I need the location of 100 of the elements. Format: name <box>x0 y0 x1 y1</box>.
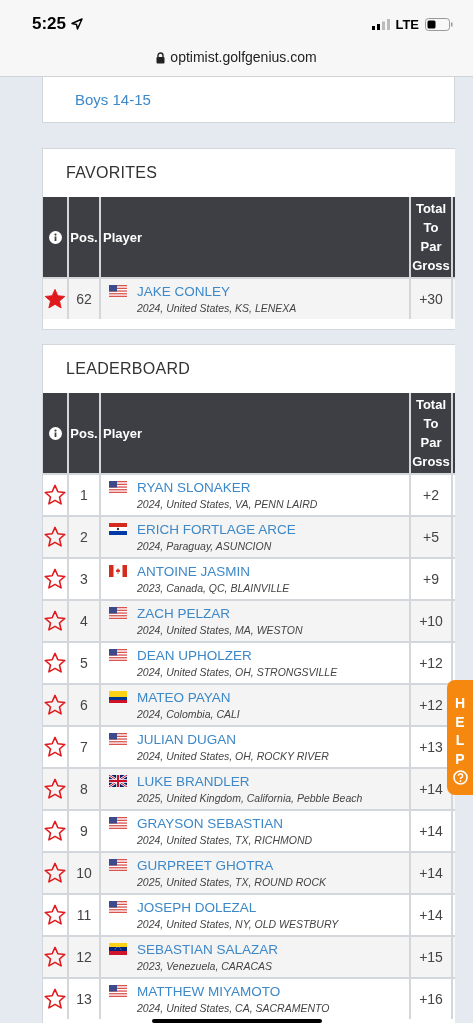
us-flag-icon <box>109 859 127 871</box>
position-number: 3 <box>80 571 88 587</box>
us-flag-icon <box>109 481 127 493</box>
column-header: Total To Par Gross <box>412 396 450 471</box>
score-to-par: +14 <box>419 865 443 881</box>
player-details: 2024, Paraguay, ASUNCION <box>137 539 273 554</box>
column-header: Pos. <box>70 228 98 247</box>
position-number: 5 <box>80 655 88 671</box>
score-to-par: +14 <box>419 823 443 839</box>
star-outline-icon[interactable] <box>44 820 66 842</box>
star-outline-icon[interactable] <box>44 988 66 1010</box>
player-name-link[interactable]: RYAN SLONAKER <box>137 479 318 496</box>
us-flag-icon <box>109 607 127 619</box>
position-number: 62 <box>76 291 92 307</box>
score-to-par: +14 <box>419 781 443 797</box>
player-name-link[interactable]: SEBASTIAN SALAZAR <box>137 941 279 958</box>
player-details: 2023, Canada, QC, BLAINVILLE <box>137 581 290 596</box>
score-to-par: +15 <box>419 949 443 965</box>
position-number: 11 <box>76 907 92 923</box>
player-details: 2024, United States, OH, ROCKY RIVER <box>137 749 329 764</box>
position-number: 12 <box>76 949 92 965</box>
section-title: LEADERBOARD <box>65 359 192 379</box>
star-outline-icon[interactable] <box>44 946 66 968</box>
filled-star-icon[interactable] <box>44 288 66 310</box>
division-link[interactable]: Boys 14-15 <box>75 91 151 108</box>
position-number: 9 <box>80 823 88 839</box>
star-outline-icon[interactable] <box>44 778 66 800</box>
star-outline-icon[interactable] <box>44 736 66 758</box>
question-icon <box>452 770 468 785</box>
player-name-link[interactable]: JOSEPH DOLEZAL <box>137 899 339 916</box>
network-label: LTE <box>395 16 419 32</box>
star-outline-icon[interactable] <box>44 904 66 926</box>
score-to-par: +30 <box>419 291 443 307</box>
us-flag-icon <box>109 733 127 745</box>
position-number: 13 <box>76 991 92 1007</box>
position-number: 10 <box>76 865 92 881</box>
position-number: 4 <box>80 613 88 629</box>
player-name-link[interactable]: MATTHEW MIYAMOTO <box>137 983 330 1000</box>
column-header: Player <box>103 425 143 441</box>
position-number: 6 <box>80 697 88 713</box>
signal-icon <box>372 18 391 30</box>
star-outline-icon[interactable] <box>44 652 66 674</box>
uk-flag-icon <box>109 775 127 787</box>
score-to-par: +10 <box>419 613 443 629</box>
paraguay-flag-icon <box>109 523 127 535</box>
star-outline-icon[interactable] <box>44 694 66 716</box>
player-name-link[interactable]: JULIAN DUGAN <box>137 731 329 748</box>
score-to-par: +16 <box>419 991 443 1007</box>
player-details: 2024, United States, TX, RICHMOND <box>137 833 313 848</box>
position-number: 7 <box>80 739 88 755</box>
player-details: 2024, United States, NY, OLD WESTBURY <box>137 917 339 932</box>
score-to-par: +12 <box>419 697 443 713</box>
us-flag-icon <box>109 985 127 997</box>
score-to-par: +9 <box>423 571 439 587</box>
star-outline-icon[interactable] <box>44 484 66 506</box>
player-name-link[interactable]: GRAYSON SEBASTIAN <box>137 815 313 832</box>
us-flag-icon <box>109 649 127 661</box>
player-details: 2025, United Kingdom, California, Pebble Beach <box>137 791 363 806</box>
colombia-flag-icon <box>109 691 127 703</box>
column-header: Pos. <box>70 424 98 443</box>
info-icon[interactable] <box>48 230 62 244</box>
url-text[interactable]: optimist.golfgenius.com <box>170 48 317 66</box>
us-flag-icon <box>109 901 127 913</box>
canada-flag-icon <box>109 565 127 577</box>
player-details: 2023, Venezuela, CARACAS <box>137 959 274 974</box>
info-icon[interactable] <box>48 426 62 440</box>
star-outline-icon[interactable] <box>44 862 66 884</box>
player-details: 2024, United States, CA, SACRAMENTO <box>137 1001 330 1016</box>
player-name-link[interactable]: ZACH PELZAR <box>137 605 303 622</box>
position-number: 2 <box>80 529 88 545</box>
player-name-link[interactable]: DEAN UPHOLZER <box>137 647 338 664</box>
player-name-link[interactable]: JAKE CONLEY <box>137 283 297 300</box>
position-number: 8 <box>80 781 88 797</box>
position-number: 1 <box>80 487 88 503</box>
star-outline-icon[interactable] <box>44 568 66 590</box>
lock-icon <box>156 52 166 64</box>
battery-icon <box>425 17 453 31</box>
us-flag-icon <box>109 285 127 297</box>
star-outline-icon[interactable] <box>44 526 66 548</box>
score-to-par: +5 <box>423 529 439 545</box>
location-arrow-icon <box>71 18 84 30</box>
venezuela-flag-icon <box>109 943 127 955</box>
player-name-link[interactable]: ANTOINE JASMIN <box>137 563 290 580</box>
score-to-par: +13 <box>419 739 443 755</box>
player-name-link[interactable]: LUKE BRANDLER <box>137 773 363 790</box>
player-details: 2024, United States, MA, WESTON <box>137 623 303 638</box>
player-details: 2024, Colombia, CALI <box>137 707 240 722</box>
player-details: 2024, United States, OH, STRONGSVILLE <box>137 665 338 680</box>
player-name-link[interactable]: GURPREET GHOTRA <box>137 857 327 874</box>
section-title: FAVORITES <box>65 163 159 183</box>
player-name-link[interactable]: MATEO PAYAN <box>137 689 240 706</box>
column-header: Player <box>103 229 143 245</box>
us-flag-icon <box>109 817 127 829</box>
player-name-link[interactable]: ERICH FORTLAGE ARCE <box>137 521 296 538</box>
star-outline-icon[interactable] <box>44 610 66 632</box>
score-to-par: +14 <box>419 907 443 923</box>
clock-time: 5:25 <box>32 14 67 34</box>
score-to-par: +12 <box>419 655 443 671</box>
score-to-par: +2 <box>423 487 439 503</box>
player-details: 2024, United States, VA, PENN LAIRD <box>137 497 318 512</box>
